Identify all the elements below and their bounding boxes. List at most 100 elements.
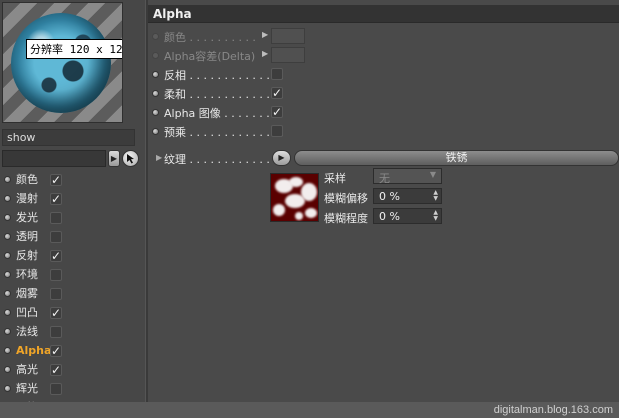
soft-checkbox[interactable]: ✓ bbox=[271, 87, 283, 99]
channel-dot bbox=[4, 290, 11, 297]
footer-bar: digitalman.blog.163.com bbox=[0, 402, 619, 418]
delta-row: Alpha容差(Delta) ▶ bbox=[148, 47, 619, 64]
channel-item[interactable]: 法线 bbox=[0, 322, 145, 341]
channel-item[interactable]: 烟雾 bbox=[0, 284, 145, 303]
channel-checkbox[interactable]: ✓ bbox=[50, 174, 62, 186]
channel-label: 烟雾 bbox=[16, 287, 38, 300]
blur-scale-label: 模糊程度 bbox=[324, 212, 368, 225]
channel-item[interactable]: 高光 ✓ bbox=[0, 360, 145, 379]
stepper-icon[interactable]: ▲ ▼ bbox=[433, 210, 438, 222]
channel-dot bbox=[4, 271, 11, 278]
color-label: 颜色 . . . . . . . . . . bbox=[164, 31, 256, 44]
channel-item[interactable]: 颜色 ✓ bbox=[0, 170, 145, 189]
animate-dot[interactable] bbox=[152, 90, 159, 97]
animate-dot[interactable] bbox=[152, 71, 159, 78]
channel-item[interactable]: 透明 bbox=[0, 227, 145, 246]
channel-dot bbox=[4, 176, 11, 183]
channel-label: 高光 bbox=[16, 363, 38, 376]
animate-dot[interactable] bbox=[152, 109, 159, 116]
channel-checkbox[interactable] bbox=[50, 288, 62, 300]
invert-checkbox[interactable] bbox=[271, 68, 283, 80]
blur-offset-label: 模糊偏移 bbox=[324, 192, 368, 205]
alpha-settings-panel: Alpha 颜色 . . . . . . . . . . ▶ Alpha容差(D… bbox=[148, 0, 619, 418]
channel-label: 反射 bbox=[16, 249, 38, 262]
channel-checkbox[interactable] bbox=[50, 269, 62, 281]
alpha-image-row: Alpha 图像 . . . . . . . ✓ bbox=[148, 104, 619, 121]
texture-thumbnail[interactable] bbox=[270, 173, 319, 222]
pick-button[interactable] bbox=[122, 150, 139, 167]
channel-label: 辉光 bbox=[16, 382, 38, 395]
channel-dot bbox=[4, 309, 11, 316]
channel-dot bbox=[4, 252, 11, 259]
channel-dot bbox=[4, 328, 11, 335]
channel-checkbox[interactable]: ✓ bbox=[50, 307, 62, 319]
play-icon: ▶ bbox=[278, 153, 285, 162]
premultiply-row: 预乘 . . . . . . . . . . . . . . bbox=[148, 123, 619, 140]
texture-label: 纹理 . . . . . . . . . . . . . . bbox=[164, 153, 284, 166]
texture-menu-button[interactable]: ▶ bbox=[272, 150, 291, 166]
material-preview[interactable]: 分辨率 120 x 120 bbox=[2, 2, 123, 123]
channel-item[interactable]: 反射 ✓ bbox=[0, 246, 145, 265]
channel-dot bbox=[4, 195, 11, 202]
sampling-value: 无 bbox=[379, 172, 390, 185]
channel-checkbox[interactable]: ✓ bbox=[50, 193, 62, 205]
alpha-image-label: Alpha 图像 . . . . . . . bbox=[164, 107, 270, 120]
channel-list: 颜色✓漫射✓发光透明反射✓环境烟雾凹凸✓法线Alpha✓高光✓辉光置换 bbox=[0, 170, 145, 417]
channel-label: 凹凸 bbox=[16, 306, 38, 319]
watermark: digitalman.blog.163.com bbox=[493, 404, 613, 416]
channel-checkbox[interactable] bbox=[50, 212, 62, 224]
channel-item[interactable]: 发光 bbox=[0, 208, 145, 227]
channel-item[interactable]: 辉光 bbox=[0, 379, 145, 398]
triangle-right-icon[interactable]: ▶ bbox=[262, 30, 268, 39]
preview-sphere bbox=[11, 13, 111, 113]
alpha-image-checkbox[interactable]: ✓ bbox=[271, 106, 283, 118]
blur-scale-field[interactable]: 0 % ▲ ▼ bbox=[373, 208, 442, 224]
color-row: 颜色 . . . . . . . . . . ▶ bbox=[148, 28, 619, 45]
triangle-right-icon[interactable]: ▶ bbox=[156, 153, 162, 162]
channel-checkbox[interactable]: ✓ bbox=[50, 345, 62, 357]
material-channel-panel: 分辨率 120 x 120 show ▶ 颜色 ✓ 漫射 ✓ 发光透明反射 ✓ 环境烟雾凹凸… bbox=[0, 0, 145, 418]
channel-label: 透明 bbox=[16, 230, 38, 243]
blur-offset-value: 0 % bbox=[379, 190, 400, 203]
search-arrow-button[interactable]: ▶ bbox=[108, 150, 120, 167]
animate-dot[interactable] bbox=[152, 33, 159, 40]
channel-checkbox[interactable] bbox=[50, 326, 62, 338]
channel-item[interactable]: Alpha ✓ bbox=[0, 341, 145, 360]
animate-dot[interactable] bbox=[152, 52, 159, 59]
delta-swatch[interactable] bbox=[271, 47, 305, 63]
channel-dot bbox=[4, 214, 11, 221]
premultiply-checkbox[interactable] bbox=[271, 125, 283, 137]
channel-label: Alpha bbox=[16, 344, 52, 357]
color-swatch[interactable] bbox=[271, 28, 305, 44]
stepper-icon[interactable]: ▲ ▼ bbox=[433, 190, 438, 202]
channel-item[interactable]: 环境 bbox=[0, 265, 145, 284]
channel-item[interactable]: 漫射 ✓ bbox=[0, 189, 145, 208]
triangle-right-icon: ▶ bbox=[110, 154, 118, 163]
texture-name-button[interactable]: 铁锈 bbox=[294, 150, 619, 166]
animate-dot[interactable] bbox=[152, 128, 159, 135]
cursor-arrow-icon bbox=[127, 154, 134, 164]
channel-checkbox[interactable]: ✓ bbox=[50, 364, 62, 376]
search-row: ▶ bbox=[2, 150, 145, 168]
channel-label: 法线 bbox=[16, 325, 38, 338]
triangle-right-icon[interactable]: ▶ bbox=[262, 49, 268, 58]
channel-item[interactable]: 凹凸 ✓ bbox=[0, 303, 145, 322]
channel-checkbox[interactable]: ✓ bbox=[50, 250, 62, 262]
channel-dot bbox=[4, 366, 11, 373]
channel-label: 漫射 bbox=[16, 192, 38, 205]
material-name-field[interactable]: show bbox=[2, 129, 135, 146]
channel-search-input[interactable] bbox=[2, 150, 106, 167]
invert-row: 反相 . . . . . . . . . . . . . . bbox=[148, 66, 619, 83]
blur-offset-field[interactable]: 0 % ▲ ▼ bbox=[373, 188, 442, 204]
texture-row: ▶ 纹理 . . . . . . . . . . . . . . ▶ 铁锈 bbox=[148, 150, 619, 167]
sampling-dropdown[interactable]: 无 ▼ bbox=[373, 168, 442, 185]
soft-row: 柔和 . . . . . . . . . . . . . . ✓ bbox=[148, 85, 619, 102]
channel-checkbox[interactable] bbox=[50, 231, 62, 243]
chevron-down-icon: ▼ bbox=[429, 170, 436, 179]
channel-checkbox[interactable] bbox=[50, 383, 62, 395]
resolution-tooltip: 分辨率 120 x 120 bbox=[26, 39, 122, 59]
panel-title: Alpha bbox=[153, 7, 192, 21]
blur-scale-value: 0 % bbox=[379, 210, 400, 223]
channel-label: 颜色 bbox=[16, 173, 38, 186]
premultiply-label: 预乘 . . . . . . . . . . . . . . bbox=[164, 126, 284, 139]
